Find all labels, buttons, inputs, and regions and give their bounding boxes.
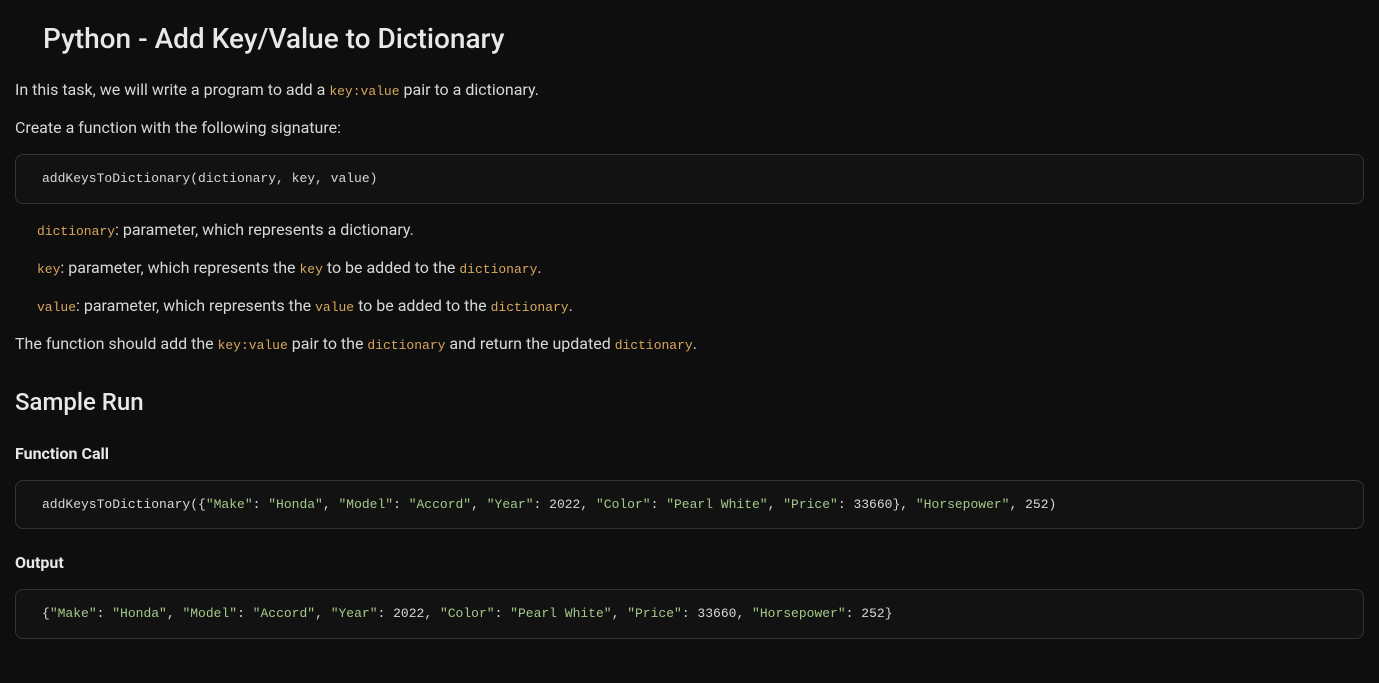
signature-codeblock: addKeysToDictionary(dictionary, key, val…: [15, 154, 1364, 204]
signature-lead: Create a function with the following sig…: [15, 116, 1364, 140]
inline-code-value-name: value: [37, 300, 76, 315]
param-key-before: : parameter, which represents the: [60, 258, 299, 277]
inline-code-value-2: dictionary: [491, 300, 569, 315]
param-dictionary: dictionary: parameter, which represents …: [37, 218, 1364, 242]
inline-code-behavior-2: dictionary: [367, 338, 445, 353]
sample-run-heading: Sample Run: [15, 384, 1364, 420]
inline-code-behavior-3: dictionary: [615, 338, 693, 353]
param-value: value: parameter, which represents the v…: [37, 294, 1364, 318]
inline-code-behavior-1: key:value: [218, 338, 288, 353]
behavior-paragraph: The function should add the key:value pa…: [15, 332, 1364, 356]
behavior-before: The function should add the: [15, 334, 218, 353]
inline-code-key-1: key: [299, 262, 322, 277]
intro-text-after: pair to a dictionary.: [400, 80, 539, 99]
behavior-mid2: and return the updated: [445, 334, 614, 353]
intro-paragraph: In this task, we will write a program to…: [15, 78, 1364, 102]
inline-code-key-name: key: [37, 262, 60, 277]
function-call-codeblock: addKeysToDictionary({"Make": "Honda", "M…: [15, 480, 1364, 530]
inline-code-keyvalue: key:value: [329, 84, 399, 99]
param-dictionary-desc: : parameter, which represents a dictiona…: [115, 220, 414, 239]
behavior-after: .: [693, 334, 697, 353]
param-key: key: parameter, which represents the key…: [37, 256, 1364, 280]
inline-code-dictionary: dictionary: [37, 224, 115, 239]
param-value-mid: to be added to the: [354, 296, 490, 315]
param-value-before: : parameter, which represents the: [76, 296, 315, 315]
param-value-after: .: [569, 296, 573, 315]
behavior-mid1: pair to the: [288, 334, 368, 353]
function-call-heading: Function Call: [15, 442, 1364, 466]
page-title: Python - Add Key/Value to Dictionary: [43, 18, 1364, 60]
inline-code-value-1: value: [315, 300, 354, 315]
signature-code-text: addKeysToDictionary(dictionary, key, val…: [42, 171, 377, 186]
output-codeblock: {"Make": "Honda", "Model": "Accord", "Ye…: [15, 589, 1364, 639]
intro-text-before: In this task, we will write a program to…: [15, 80, 329, 99]
inline-code-key-2: dictionary: [459, 262, 537, 277]
param-key-after: .: [537, 258, 541, 277]
param-key-mid: to be added to the: [323, 258, 459, 277]
output-heading: Output: [15, 551, 1364, 575]
